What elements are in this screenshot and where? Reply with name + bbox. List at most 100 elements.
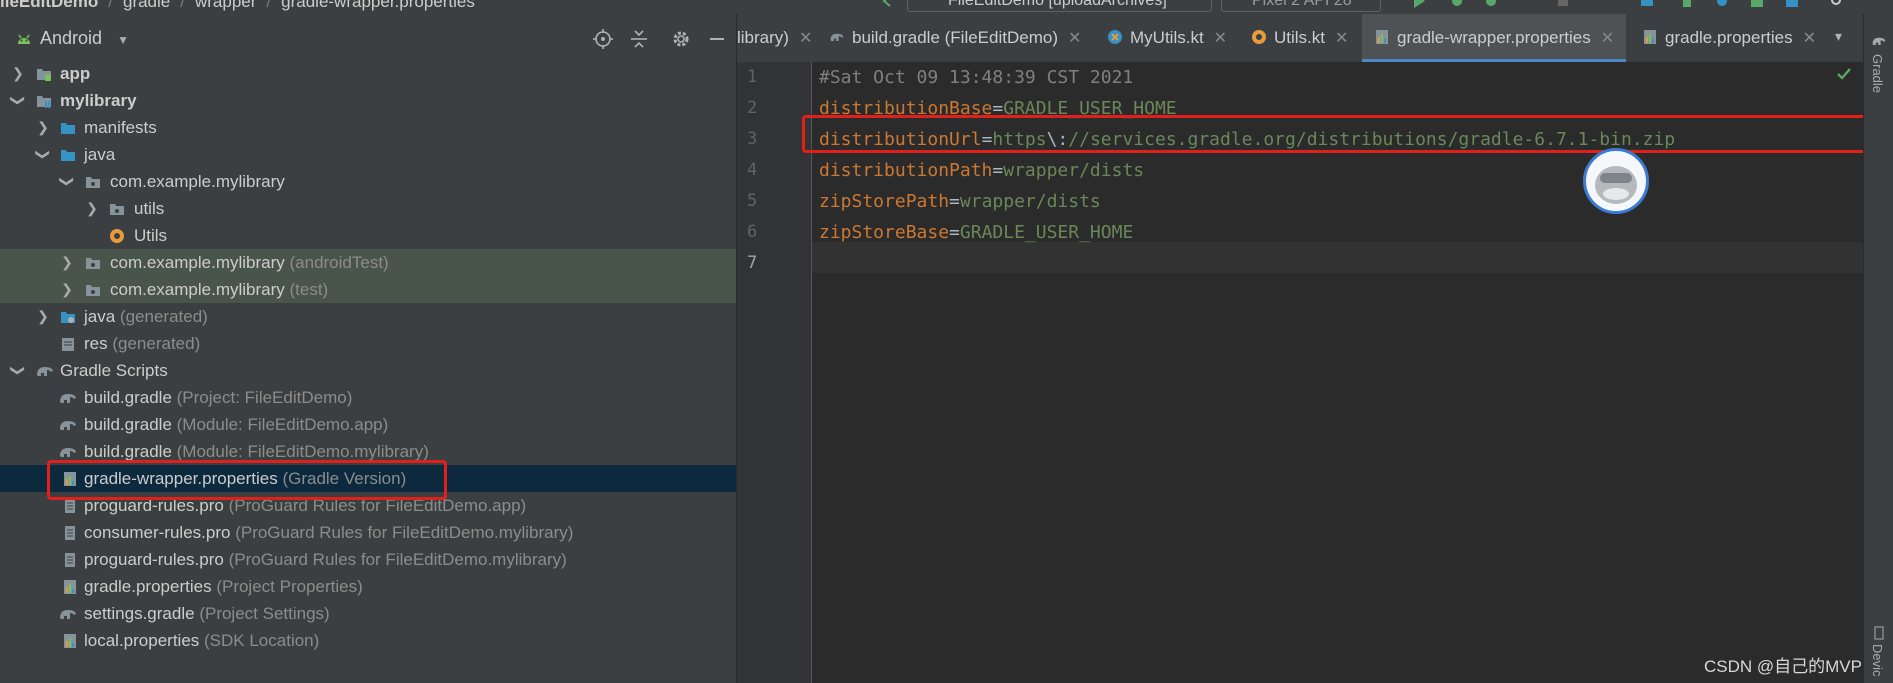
chevron-right-icon[interactable]: ❯ [60,249,74,276]
chevron-down-icon[interactable]: ❯ [5,364,32,378]
code-line-4: distributionPath=wrapper/dists [819,160,1145,181]
code-line-5: zipStorePath=wrapper/dists [819,191,1101,212]
breadcrumb: ileEditDemo / gradle / wrapper / gradle-wrappe… [0,0,475,12]
tree-item-label: mylibrary [60,91,137,110]
text-file-icon [65,526,75,540]
tree-item-label: Gradle Scripts [60,361,168,380]
device-select[interactable]: Pixel 2 API 28 [1221,0,1381,12]
tree-item-res-generated[interactable]: res (generated) [0,330,736,357]
package-icon [86,285,100,296]
properties-file-icon [1644,30,1656,45]
chevron-down-icon[interactable]: ❯ [30,148,57,162]
tree-item-settings-gradle[interactable]: settings.gradle (Project Settings) [0,600,736,627]
resource-folder-icon [62,338,74,351]
tab-build-gradle[interactable]: build.gradle (FileEditDemo) ✕ [829,14,1081,62]
tree-item-java[interactable]: ❯ java [0,141,736,168]
sdk-manager-icon[interactable] [1640,0,1654,8]
close-icon[interactable]: ✕ [799,30,812,47]
breadcrumb-file[interactable]: gradle-wrapper.properties [281,0,475,11]
run-config-select[interactable]: FileEditDemo [uploadArchives] [907,0,1212,12]
line-number: 6 [747,222,758,242]
chevron-right-icon[interactable]: ❯ [60,276,74,303]
tree-item-mylibrary[interactable]: ❯ mylibrary [0,87,736,114]
project-panel-header: Android ▼ [0,14,736,62]
tree-item-gradle-properties[interactable]: gradle.properties (Project Properties) [0,573,736,600]
line-number: 3 [747,129,758,149]
tab-list-chevron-icon[interactable]: ▾ [1835,28,1842,45]
build-arrow-icon[interactable] [880,0,894,8]
tree-item-local-properties[interactable]: local.properties (SDK Location) [0,627,736,654]
gradle-elephant-icon [1872,37,1886,45]
tree-item-package-test[interactable]: ❯ com.example.mylibrary (test) [0,276,736,303]
tree-item-package-androidtest[interactable]: ❯ com.example.mylibrary (androidTest) [0,249,736,276]
tab-gradle-wrapper-properties[interactable]: gradle-wrapper.properties ✕ [1362,14,1627,62]
gear-icon[interactable] [670,28,692,50]
device-manager-icon[interactable] [1785,0,1799,8]
close-icon[interactable]: ✕ [1335,30,1348,47]
tree-item-build-gradle-app[interactable]: build.gradle (Module: FileEditDemo.app) [0,411,736,438]
annotation-box-tree [47,460,447,500]
checkmark-icon [1837,68,1851,80]
breadcrumb-gradle[interactable]: gradle [123,0,170,11]
chevron-right-icon[interactable]: ❯ [85,195,99,222]
gradle-tool-button[interactable]: Gradle [1870,54,1885,93]
properties-file-icon [64,634,76,648]
tree-item-label: consumer-rules.pro (ProGuard Rules for F… [84,523,574,542]
chevron-right-icon[interactable]: ❯ [36,114,50,141]
tree-item-label: utils [134,199,165,218]
line-number-gutter: 1 2 3 4 5 6 7 [737,62,812,683]
tree-item-label: com.example.mylibrary [110,172,285,191]
tree-item-utils[interactable]: ❯ utils [0,195,736,222]
debug-icon[interactable] [1450,0,1464,8]
gradle-elephant-icon [60,448,76,457]
chevron-down-icon[interactable]: ❯ [54,175,81,189]
tree-item-build-gradle-project[interactable]: build.gradle (Project: FileEditDemo) [0,384,736,411]
sync-icon[interactable] [1715,0,1729,8]
tab-myutils-kt[interactable]: MyUtils.kt ✕ [1107,14,1227,62]
tab-library[interactable]: library) ✕ [737,14,819,62]
layout-inspector-icon[interactable] [1750,0,1764,8]
gradle-elephant-icon [830,33,844,42]
device-icon [1874,626,1884,640]
tree-item-java-generated[interactable]: ❯ java (generated) [0,303,736,330]
hide-icon[interactable] [706,28,728,50]
run-icon[interactable] [1412,0,1426,8]
breadcrumb-wrapper[interactable]: wrapper [195,0,256,11]
tab-gradle-properties[interactable]: gradle.properties ✕ [1642,14,1816,62]
kotlin-object-icon [1252,30,1266,45]
project-view-label: Android [40,28,103,48]
assistant-avatar[interactable] [1583,148,1649,214]
code-line-6: zipStoreBase=GRADLE_USER_HOME [819,222,1134,243]
close-icon[interactable]: ✕ [1214,30,1227,47]
close-icon[interactable]: ✕ [1601,30,1614,47]
chevron-down-icon[interactable]: ❯ [5,94,32,108]
code-editor[interactable]: #Sat Oct 09 13:48:39 CST 2021 distributi… [812,62,1863,683]
tree-item-package[interactable]: ❯ com.example.mylibrary [0,168,736,195]
stop-icon[interactable] [1556,0,1570,8]
avd-manager-icon[interactable] [1680,0,1694,8]
tab-utils-kt[interactable]: Utils.kt ✕ [1251,14,1348,62]
tree-item-app[interactable]: ❯ app [0,60,736,87]
package-icon [86,258,100,269]
right-tool-strip: Gradle Devic [1863,14,1893,683]
tree-item-proguard-mylibrary[interactable]: proguard-rules.pro (ProGuard Rules for F… [0,546,736,573]
project-view-selector[interactable]: Android ▼ [16,28,129,49]
breadcrumb-project[interactable]: ileEditDemo [0,0,98,11]
chevron-right-icon[interactable]: ❯ [11,60,25,87]
close-icon[interactable]: ✕ [1803,30,1816,47]
collapse-all-icon[interactable] [628,28,650,50]
locate-icon[interactable] [592,28,614,50]
profile-icon[interactable] [1484,0,1498,8]
watermark: CSDN @自己的MVP [1704,657,1862,676]
text-file-icon [65,499,75,513]
tree-item-gradle-scripts[interactable]: ❯ Gradle Scripts [0,357,736,384]
chevron-right-icon[interactable]: ❯ [36,303,50,330]
close-icon[interactable]: ✕ [1068,30,1081,47]
tree-item-consumer-rules[interactable]: consumer-rules.pro (ProGuard Rules for F… [0,519,736,546]
device-file-explorer-button[interactable]: Devic [1870,644,1885,677]
search-icon[interactable] [1830,0,1844,8]
tree-item-label: gradle.properties (Project Properties) [84,577,363,596]
tree-item-label: manifests [84,118,157,137]
tree-item-utils-kt[interactable]: Utils [0,222,736,249]
tree-item-manifests[interactable]: ❯ manifests [0,114,736,141]
